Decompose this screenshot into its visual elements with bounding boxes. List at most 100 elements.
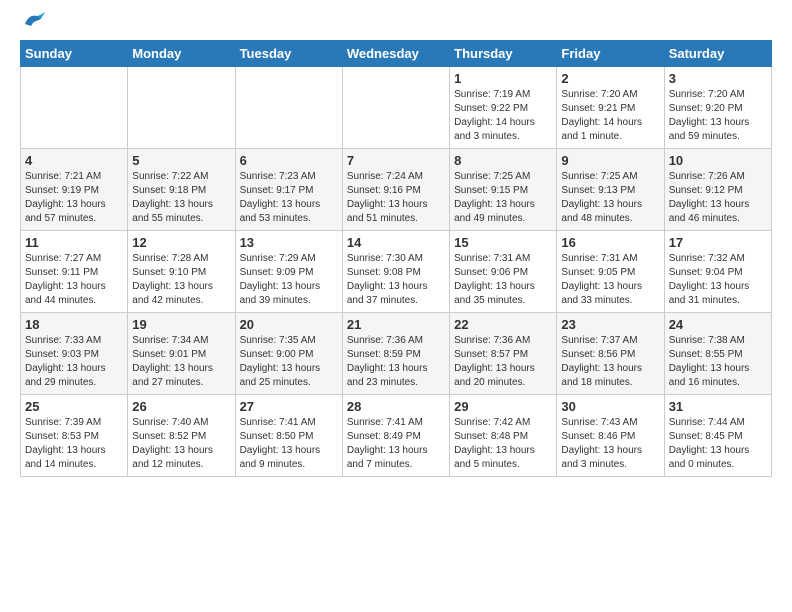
day-cell: 6Sunrise: 7:23 AM Sunset: 9:17 PM Daylig… xyxy=(235,149,342,231)
day-cell: 9 Sunrise: 7:25 AM Sunset: 9:13 PM Daylig… xyxy=(557,149,664,231)
day-info: Sunrise: 7:29 AM Sunset: 9:09 PM Dayligh… xyxy=(240,252,338,308)
day-cell: 23Sunrise: 7:37 AM Sunset: 8:56 PM Dayli… xyxy=(557,313,664,395)
day-cell xyxy=(235,67,342,149)
day-info: Sunrise: 7:22 AM Sunset: 9:18 PM Dayligh… xyxy=(132,170,230,226)
day-number: 22 xyxy=(454,317,552,332)
day-info: Sunrise: 7:31 AM Sunset: 9:06 PM Dayligh… xyxy=(454,252,552,308)
day-number: 18 xyxy=(25,317,123,332)
day-info: Sunrise: 7:21 AM Sunset: 9:19 PM Dayligh… xyxy=(25,170,123,226)
day-info: Sunrise: 7:32 AM Sunset: 9:04 PM Dayligh… xyxy=(669,252,767,308)
day-number: 27 xyxy=(240,399,338,414)
week-row-4: 18 Sunrise: 7:33 AM Sunset: 9:03 PM Dayli… xyxy=(21,313,772,395)
day-cell: 16 Sunrise: 7:31 AM Sunset: 9:05 PM Dayli… xyxy=(557,231,664,313)
day-number: 7 xyxy=(347,153,445,168)
weekday-header-tuesday: Tuesday xyxy=(235,41,342,67)
day-number: 2 xyxy=(561,71,659,86)
weekday-header-sunday: Sunday xyxy=(21,41,128,67)
day-cell: 31 Sunrise: 7:44 AM Sunset: 8:45 PM Dayli… xyxy=(664,395,771,477)
day-info: Sunrise: 7:20 AM Sunset: 9:21 PM Dayligh… xyxy=(561,88,659,144)
weekday-header-friday: Friday xyxy=(557,41,664,67)
weekday-header-saturday: Saturday xyxy=(664,41,771,67)
day-cell: 19Sunrise: 7:34 AM Sunset: 9:01 PM Dayli… xyxy=(128,313,235,395)
day-info: Sunrise: 7:24 AM Sunset: 9:16 PM Dayligh… xyxy=(347,170,445,226)
day-info: Sunrise: 7:23 AM Sunset: 9:17 PM Dayligh… xyxy=(240,170,338,226)
day-number: 17 xyxy=(669,235,767,250)
day-number: 31 xyxy=(669,399,767,414)
day-cell: 18 Sunrise: 7:33 AM Sunset: 9:03 PM Dayli… xyxy=(21,313,128,395)
day-cell: 12 Sunrise: 7:28 AM Sunset: 9:10 PM Dayli… xyxy=(128,231,235,313)
day-info: Sunrise: 7:28 AM Sunset: 9:10 PM Dayligh… xyxy=(132,252,230,308)
day-number: 13 xyxy=(240,235,338,250)
day-info: Sunrise: 7:38 AM Sunset: 8:55 PM Dayligh… xyxy=(669,334,767,390)
day-info: Sunrise: 7:43 AM Sunset: 8:46 PM Dayligh… xyxy=(561,416,659,472)
day-info: Sunrise: 7:36 AM Sunset: 8:57 PM Dayligh… xyxy=(454,334,552,390)
day-number: 25 xyxy=(25,399,123,414)
day-number: 9 xyxy=(561,153,659,168)
day-cell xyxy=(342,67,449,149)
weekday-header-wednesday: Wednesday xyxy=(342,41,449,67)
day-info: Sunrise: 7:41 AM Sunset: 8:49 PM Dayligh… xyxy=(347,416,445,472)
day-number: 14 xyxy=(347,235,445,250)
day-cell: 22 Sunrise: 7:36 AM Sunset: 8:57 PM Dayli… xyxy=(450,313,557,395)
day-number: 8 xyxy=(454,153,552,168)
day-cell: 2 Sunrise: 7:20 AM Sunset: 9:21 PM Daylig… xyxy=(557,67,664,149)
day-cell: 10Sunrise: 7:26 AM Sunset: 9:12 PM Dayli… xyxy=(664,149,771,231)
day-cell: 13 Sunrise: 7:29 AM Sunset: 9:09 PM Dayli… xyxy=(235,231,342,313)
day-cell: 30Sunrise: 7:43 AM Sunset: 8:46 PM Dayli… xyxy=(557,395,664,477)
day-number: 16 xyxy=(561,235,659,250)
day-number: 4 xyxy=(25,153,123,168)
weekday-header-monday: Monday xyxy=(128,41,235,67)
day-cell: 11Sunrise: 7:27 AM Sunset: 9:11 PM Dayli… xyxy=(21,231,128,313)
day-number: 3 xyxy=(669,71,767,86)
calendar-table: SundayMondayTuesdayWednesdayThursdayFrid… xyxy=(20,40,772,477)
day-cell: 7 Sunrise: 7:24 AM Sunset: 9:16 PM Daylig… xyxy=(342,149,449,231)
day-cell: 27 Sunrise: 7:41 AM Sunset: 8:50 PM Dayli… xyxy=(235,395,342,477)
day-number: 15 xyxy=(454,235,552,250)
day-cell: 21 Sunrise: 7:36 AM Sunset: 8:59 PM Dayli… xyxy=(342,313,449,395)
day-number: 23 xyxy=(561,317,659,332)
day-info: Sunrise: 7:44 AM Sunset: 8:45 PM Dayligh… xyxy=(669,416,767,472)
day-info: Sunrise: 7:19 AM Sunset: 9:22 PM Dayligh… xyxy=(454,88,552,144)
day-number: 20 xyxy=(240,317,338,332)
day-cell: 29Sunrise: 7:42 AM Sunset: 8:48 PM Dayli… xyxy=(450,395,557,477)
day-cell: 5 Sunrise: 7:22 AM Sunset: 9:18 PM Daylig… xyxy=(128,149,235,231)
header xyxy=(20,20,772,30)
day-cell: 15 Sunrise: 7:31 AM Sunset: 9:06 PM Dayli… xyxy=(450,231,557,313)
weekday-header-thursday: Thursday xyxy=(450,41,557,67)
week-row-3: 11Sunrise: 7:27 AM Sunset: 9:11 PM Dayli… xyxy=(21,231,772,313)
day-info: Sunrise: 7:25 AM Sunset: 9:13 PM Dayligh… xyxy=(561,170,659,226)
day-cell: 17 Sunrise: 7:32 AM Sunset: 9:04 PM Dayli… xyxy=(664,231,771,313)
day-number: 21 xyxy=(347,317,445,332)
day-cell: 8Sunrise: 7:25 AM Sunset: 9:15 PM Daylig… xyxy=(450,149,557,231)
day-number: 24 xyxy=(669,317,767,332)
day-info: Sunrise: 7:27 AM Sunset: 9:11 PM Dayligh… xyxy=(25,252,123,308)
day-info: Sunrise: 7:20 AM Sunset: 9:20 PM Dayligh… xyxy=(669,88,767,144)
day-number: 12 xyxy=(132,235,230,250)
day-info: Sunrise: 7:33 AM Sunset: 9:03 PM Dayligh… xyxy=(25,334,123,390)
day-cell: 25Sunrise: 7:39 AM Sunset: 8:53 PM Dayli… xyxy=(21,395,128,477)
day-info: Sunrise: 7:34 AM Sunset: 9:01 PM Dayligh… xyxy=(132,334,230,390)
day-number: 26 xyxy=(132,399,230,414)
bird-icon xyxy=(23,12,45,30)
day-info: Sunrise: 7:35 AM Sunset: 9:00 PM Dayligh… xyxy=(240,334,338,390)
logo xyxy=(20,20,45,30)
day-info: Sunrise: 7:40 AM Sunset: 8:52 PM Dayligh… xyxy=(132,416,230,472)
week-row-1: 1 Sunrise: 7:19 AM Sunset: 9:22 PM Daylig… xyxy=(21,67,772,149)
day-cell xyxy=(128,67,235,149)
day-cell: 4 Sunrise: 7:21 AM Sunset: 9:19 PM Daylig… xyxy=(21,149,128,231)
week-row-2: 4 Sunrise: 7:21 AM Sunset: 9:19 PM Daylig… xyxy=(21,149,772,231)
day-cell: 20 Sunrise: 7:35 AM Sunset: 9:00 PM Dayli… xyxy=(235,313,342,395)
day-number: 5 xyxy=(132,153,230,168)
day-cell: 3 Sunrise: 7:20 AM Sunset: 9:20 PM Daylig… xyxy=(664,67,771,149)
day-cell: 28Sunrise: 7:41 AM Sunset: 8:49 PM Dayli… xyxy=(342,395,449,477)
day-info: Sunrise: 7:31 AM Sunset: 9:05 PM Dayligh… xyxy=(561,252,659,308)
day-cell: 24 Sunrise: 7:38 AM Sunset: 8:55 PM Dayli… xyxy=(664,313,771,395)
day-info: Sunrise: 7:26 AM Sunset: 9:12 PM Dayligh… xyxy=(669,170,767,226)
day-number: 1 xyxy=(454,71,552,86)
day-info: Sunrise: 7:30 AM Sunset: 9:08 PM Dayligh… xyxy=(347,252,445,308)
page: SundayMondayTuesdayWednesdayThursdayFrid… xyxy=(0,0,792,487)
day-cell: 26 Sunrise: 7:40 AM Sunset: 8:52 PM Dayli… xyxy=(128,395,235,477)
day-info: Sunrise: 7:36 AM Sunset: 8:59 PM Dayligh… xyxy=(347,334,445,390)
day-info: Sunrise: 7:41 AM Sunset: 8:50 PM Dayligh… xyxy=(240,416,338,472)
day-number: 29 xyxy=(454,399,552,414)
